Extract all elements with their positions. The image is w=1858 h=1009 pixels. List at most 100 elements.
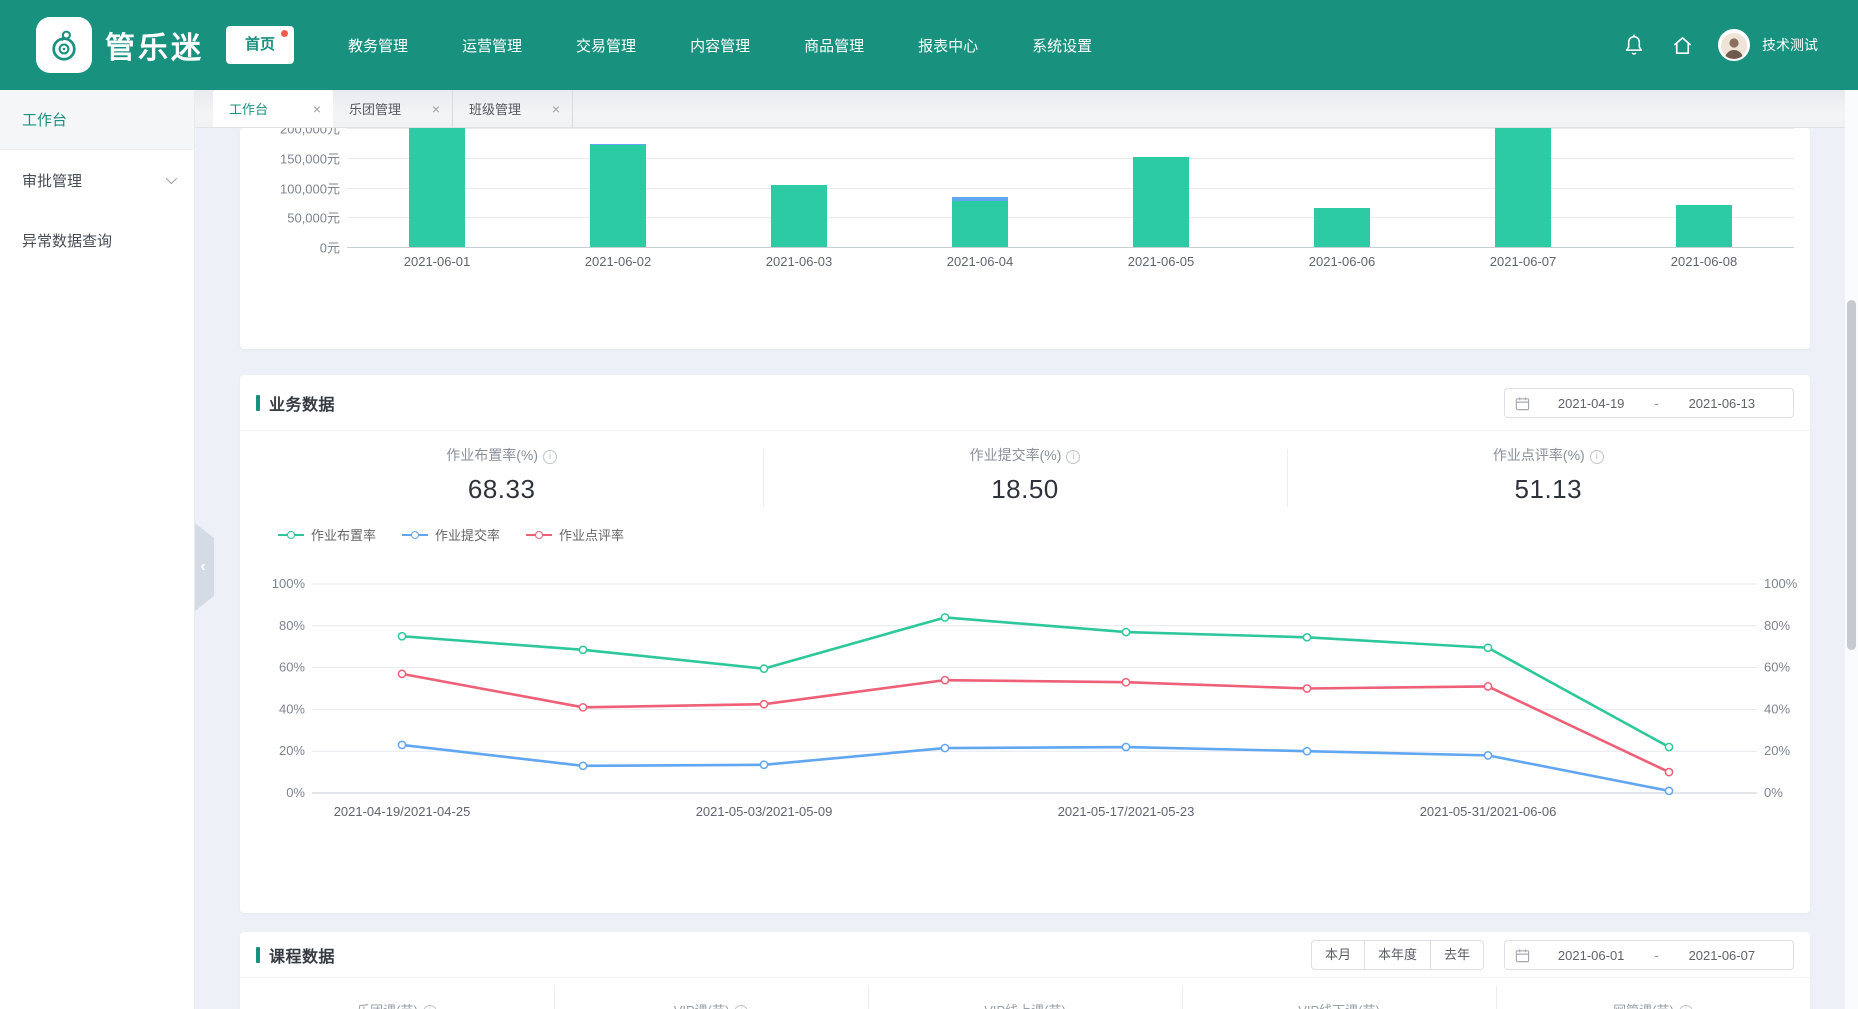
info-icon[interactable]: i — [1679, 1005, 1693, 1009]
bar-xtick-label: 2021-06-02 — [553, 254, 683, 269]
tab-2[interactable]: 班级管理× — [453, 90, 573, 127]
line-point — [579, 704, 586, 711]
line-point — [1303, 685, 1310, 692]
bar-ytick-label: 150,000元 — [240, 148, 340, 167]
line-point — [941, 677, 948, 684]
line-ytick-left: 20% — [279, 743, 305, 758]
nav-item-6[interactable]: 报表中心 — [918, 35, 978, 56]
line-ytick-right: 20% — [1764, 743, 1790, 758]
course-stat-3: VIP线下课(节) — [1182, 996, 1496, 1009]
business-data-panel: 业务数据 2021-04-19 - 2021-06-13 作业布置率(%)i68… — [240, 375, 1810, 913]
line-point — [941, 744, 948, 751]
course-stat-4: 网管课(节)i — [1496, 996, 1810, 1009]
tab-label: 乐团管理 — [349, 99, 401, 118]
bar-ytick-label: 100,000元 — [240, 178, 340, 197]
line-chart: 100%100%80%80%60%60%40%40%20%20%0%0%2021… — [240, 375, 1810, 835]
main-nav: 首页 教务管理 运营管理 交易管理 内容管理 商品管理 报表中心 系统设置 — [226, 26, 1092, 64]
bar-2021-06-04 — [952, 201, 1008, 247]
line-series-作业提交率 — [402, 745, 1669, 791]
sidebar-item-label: 审批管理 — [22, 170, 82, 191]
nav-item-2[interactable]: 运营管理 — [462, 35, 522, 56]
scrollbar-thumb[interactable] — [1847, 300, 1856, 650]
calendar-icon — [1515, 948, 1530, 963]
date-range-end[interactable]: 2021-06-07 — [1661, 948, 1783, 963]
bar-xtick-label: 2021-06-05 — [1096, 254, 1226, 269]
bar-2021-06-03 — [771, 185, 827, 247]
tab-0[interactable]: 工作台× — [213, 90, 333, 127]
line-xtick-label: 2021-05-17/2021-05-23 — [1058, 804, 1195, 819]
line-point — [760, 665, 767, 672]
line-ytick-left: 40% — [279, 701, 305, 716]
bar-gridline — [347, 128, 1794, 129]
nav-item-4[interactable]: 内容管理 — [690, 35, 750, 56]
nav-item-1[interactable]: 教务管理 — [348, 35, 408, 56]
bar-xtick-label: 2021-06-04 — [915, 254, 1045, 269]
line-point — [1122, 743, 1129, 750]
line-point — [760, 761, 767, 768]
collapse-chevron-icon: ‹ — [200, 559, 205, 575]
line-point — [1484, 644, 1491, 651]
line-point — [398, 633, 405, 640]
brand-logo-icon — [36, 17, 92, 73]
line-ytick-right: 40% — [1764, 701, 1790, 716]
date-range-start[interactable]: 2021-06-01 — [1530, 948, 1652, 963]
revenue-bar-chart-panel: 200,000元150,000元100,000元50,000元0元2021-06… — [240, 128, 1810, 349]
nav-item-7[interactable]: 系统设置 — [1032, 35, 1092, 56]
avatar[interactable] — [1718, 29, 1750, 61]
nav-item-5[interactable]: 商品管理 — [804, 35, 864, 56]
bar-gridline — [347, 217, 1794, 218]
line-point — [579, 646, 586, 653]
user-name[interactable]: 技术测试 — [1762, 35, 1818, 55]
bar-2021-06-01 — [409, 128, 465, 247]
info-icon[interactable]: i — [423, 1005, 437, 1009]
bar-chart: 200,000元150,000元100,000元50,000元0元2021-06… — [240, 128, 1810, 349]
course-stat-label: VIP线上课(节) — [984, 1003, 1066, 1009]
bar-2021-06-08 — [1676, 205, 1732, 247]
nav-item-home[interactable]: 首页 — [226, 26, 294, 64]
line-ytick-right: 80% — [1764, 618, 1790, 633]
date-range-separator: - — [1652, 948, 1660, 963]
notifications-bell-icon[interactable] — [1622, 33, 1646, 57]
line-point — [1665, 769, 1672, 776]
page-scrollbar[interactable] — [1845, 90, 1858, 1009]
brand-logo[interactable]: 管乐迷 — [0, 17, 212, 73]
content-area: 200,000元150,000元100,000元50,000元0元2021-06… — [195, 128, 1845, 1009]
sidebar-item-2[interactable]: 异常数据查询 — [0, 210, 194, 270]
tab-close-icon[interactable]: × — [313, 102, 321, 116]
chevron-down-icon — [166, 173, 177, 184]
line-point — [1303, 748, 1310, 755]
info-icon[interactable]: i — [734, 1005, 748, 1009]
sidebar-collapse-handle[interactable]: ‹ — [195, 523, 214, 611]
bar-xtick-label: 2021-06-07 — [1458, 254, 1588, 269]
bar-2021-06-07 — [1495, 128, 1551, 247]
nav-item-3[interactable]: 交易管理 — [576, 35, 636, 56]
navbar-right: 技术测试 — [1622, 29, 1858, 61]
range-button-0[interactable]: 本月 — [1311, 940, 1365, 970]
bar-ytick-label: 50,000元 — [240, 208, 340, 227]
home-icon[interactable] — [1670, 33, 1694, 57]
course-date-range-picker[interactable]: 2021-06-01 - 2021-06-07 — [1504, 940, 1794, 970]
tab-close-icon[interactable]: × — [432, 102, 440, 116]
bar-secondary-2021-06-02 — [590, 144, 646, 145]
course-stat-label: 乐团课(节) — [357, 1003, 418, 1009]
line-point — [1484, 683, 1491, 690]
sidebar-item-1[interactable]: 审批管理 — [0, 150, 194, 210]
bar-secondary-2021-06-04 — [952, 197, 1008, 200]
course-stats-row: 乐团课(节)iVIP课(节)iVIP线上课(节)VIP线下课(节)网管课(节)i — [240, 996, 1810, 1009]
course-stat-1: VIP课(节)i — [554, 996, 868, 1009]
range-button-2[interactable]: 去年 — [1430, 940, 1484, 970]
bar-2021-06-02 — [590, 145, 646, 247]
tab-1[interactable]: 乐团管理 × — [333, 90, 453, 127]
line-point — [1665, 787, 1672, 794]
bar-ytick-label: 0元 — [240, 238, 340, 257]
tab-close-icon[interactable]: × — [552, 102, 560, 116]
range-button-1[interactable]: 本年度 — [1364, 940, 1431, 970]
bar-xtick-label: 2021-06-03 — [734, 254, 864, 269]
section-accent-bar — [256, 947, 260, 963]
sidebar: 工作台审批管理异常数据查询 — [0, 90, 195, 1009]
course-stat-0: 乐团课(节) i — [240, 996, 554, 1009]
course-section-title: 课程数据 — [269, 943, 335, 967]
line-series-作业点评率 — [402, 674, 1669, 772]
bar-gridline — [347, 188, 1794, 189]
sidebar-item-0[interactable]: 工作台 — [0, 90, 194, 150]
